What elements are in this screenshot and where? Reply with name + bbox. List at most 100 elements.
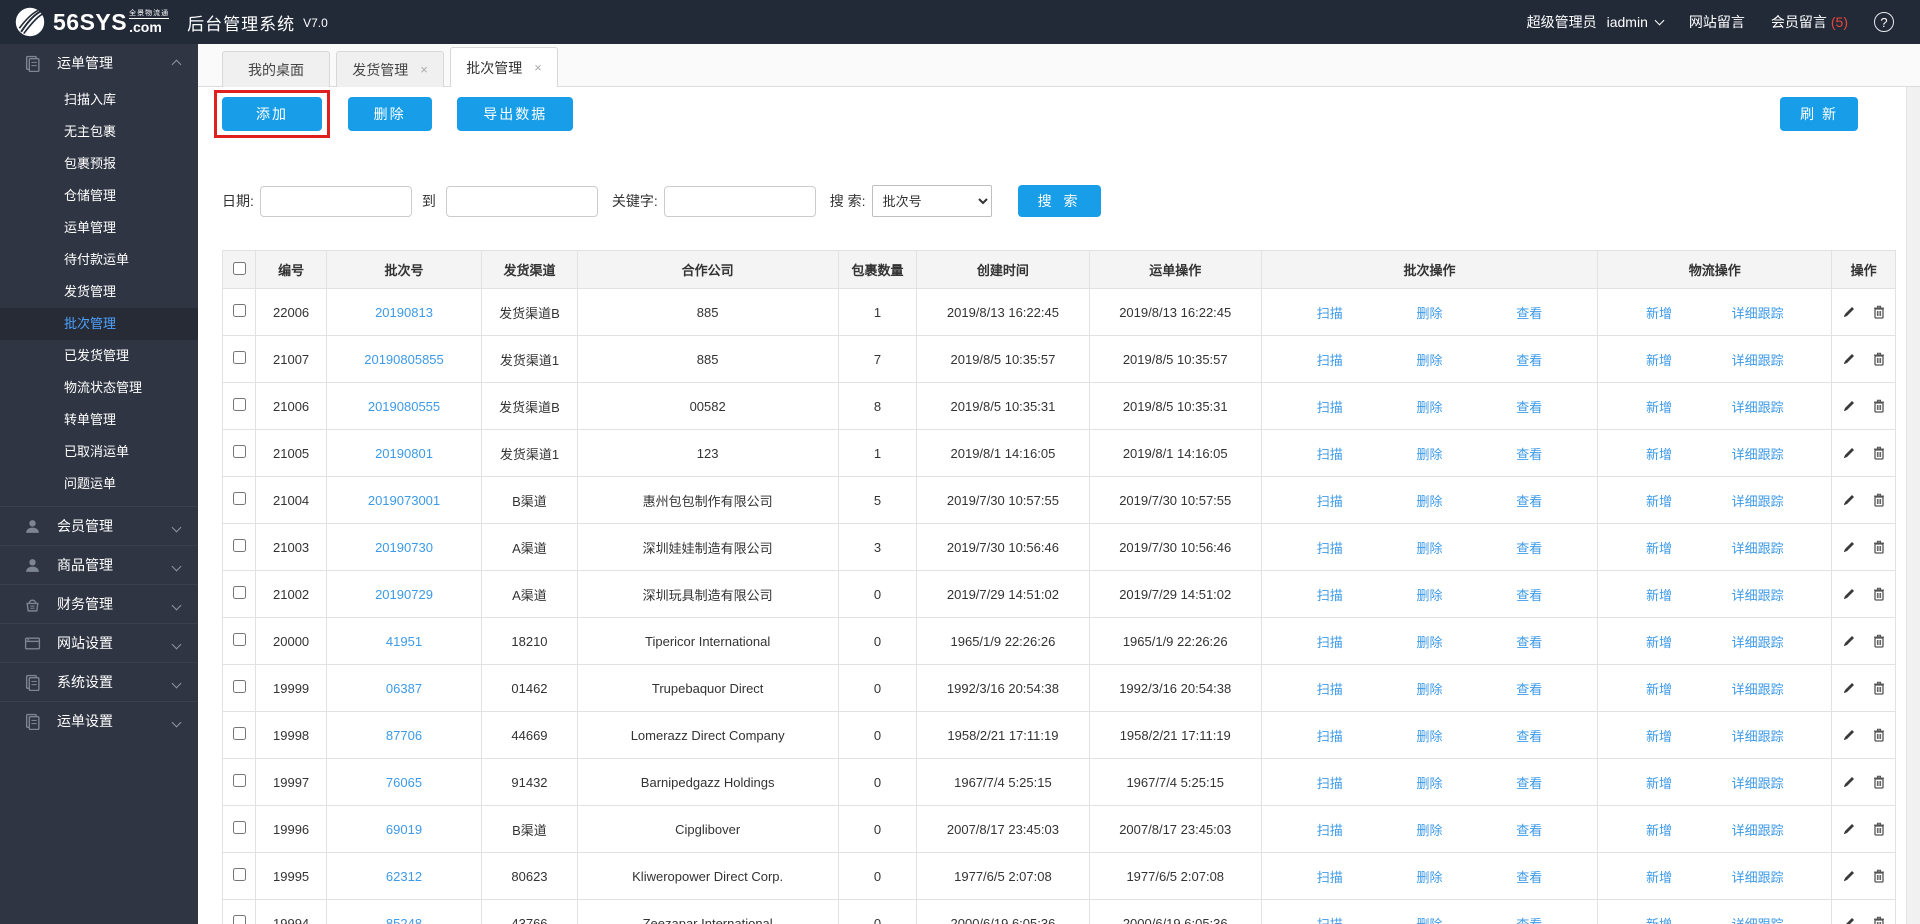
view-link[interactable]: 查看	[1516, 585, 1542, 604]
delete-link[interactable]: 删除	[1417, 585, 1443, 604]
add-logistics-link[interactable]: 新增	[1646, 632, 1672, 651]
delete-link[interactable]: 删除	[1417, 397, 1443, 416]
trash-icon[interactable]	[1871, 539, 1887, 555]
track-detail-link[interactable]: 详细跟踪	[1732, 914, 1784, 924]
batch-no-link[interactable]: 2019080555	[368, 399, 440, 414]
sidebar-item[interactable]: 无主包裹	[0, 116, 198, 148]
tab-close-icon[interactable]: ×	[420, 63, 428, 76]
add-logistics-link[interactable]: 新增	[1646, 820, 1672, 839]
sidebar-group-header[interactable]: 运单管理	[0, 44, 198, 82]
scan-link[interactable]: 扫描	[1317, 585, 1343, 604]
view-link[interactable]: 查看	[1516, 491, 1542, 510]
batch-no-link[interactable]: 20190805855	[364, 352, 444, 367]
track-detail-link[interactable]: 详细跟踪	[1732, 820, 1784, 839]
sidebar-item[interactable]: 仓储管理	[0, 180, 198, 212]
tab-item[interactable]: 我的桌面	[222, 51, 330, 87]
track-detail-link[interactable]: 详细跟踪	[1732, 867, 1784, 886]
sidebar-item-active[interactable]: 批次管理	[0, 308, 198, 340]
batch-no-link[interactable]: 85248	[386, 916, 422, 924]
add-logistics-link[interactable]: 新增	[1646, 444, 1672, 463]
edit-icon[interactable]	[1841, 680, 1857, 696]
delete-link[interactable]: 删除	[1417, 491, 1443, 510]
add-button[interactable]: 添加	[222, 97, 322, 131]
delete-link[interactable]: 删除	[1417, 914, 1443, 924]
view-link[interactable]: 查看	[1516, 444, 1542, 463]
sidebar-item[interactable]: 转单管理	[0, 404, 198, 436]
edit-icon[interactable]	[1841, 304, 1857, 320]
user-menu[interactable]: 超级管理员 iadmin	[1527, 12, 1663, 32]
trash-icon[interactable]	[1871, 304, 1887, 320]
scan-link[interactable]: 扫描	[1317, 867, 1343, 886]
row-checkbox[interactable]	[233, 586, 246, 599]
trash-icon[interactable]	[1871, 351, 1887, 367]
row-checkbox[interactable]	[233, 398, 246, 411]
trash-icon[interactable]	[1871, 821, 1887, 837]
tab-active[interactable]: 批次管理×	[450, 47, 558, 87]
add-logistics-link[interactable]: 新增	[1646, 773, 1672, 792]
view-link[interactable]: 查看	[1516, 820, 1542, 839]
delete-link[interactable]: 删除	[1417, 444, 1443, 463]
row-checkbox[interactable]	[233, 539, 246, 552]
edit-icon[interactable]	[1841, 539, 1857, 555]
view-link[interactable]: 查看	[1516, 773, 1542, 792]
edit-icon[interactable]	[1841, 445, 1857, 461]
batch-no-link[interactable]: 62312	[386, 869, 422, 884]
trash-icon[interactable]	[1871, 398, 1887, 414]
tab-item[interactable]: 发货管理×	[336, 51, 444, 87]
track-detail-link[interactable]: 详细跟踪	[1732, 350, 1784, 369]
row-checkbox[interactable]	[233, 351, 246, 364]
row-checkbox[interactable]	[233, 633, 246, 646]
trash-icon[interactable]	[1871, 868, 1887, 884]
member-messages-link[interactable]: 会员留言(5)	[1771, 12, 1848, 32]
select-all-checkbox[interactable]	[233, 262, 246, 275]
row-checkbox[interactable]	[233, 915, 246, 924]
scan-link[interactable]: 扫描	[1317, 914, 1343, 924]
view-link[interactable]: 查看	[1516, 303, 1542, 322]
edit-icon[interactable]	[1841, 727, 1857, 743]
scan-link[interactable]: 扫描	[1317, 444, 1343, 463]
track-detail-link[interactable]: 详细跟踪	[1732, 397, 1784, 416]
delete-link[interactable]: 删除	[1417, 867, 1443, 886]
view-link[interactable]: 查看	[1516, 538, 1542, 557]
add-logistics-link[interactable]: 新增	[1646, 726, 1672, 745]
help-icon[interactable]: ?	[1874, 12, 1894, 32]
delete-link[interactable]: 删除	[1417, 350, 1443, 369]
add-logistics-link[interactable]: 新增	[1646, 585, 1672, 604]
delete-link[interactable]: 删除	[1417, 726, 1443, 745]
view-link[interactable]: 查看	[1516, 726, 1542, 745]
batch-no-link[interactable]: 20190813	[375, 305, 433, 320]
track-detail-link[interactable]: 详细跟踪	[1732, 303, 1784, 322]
row-checkbox[interactable]	[233, 680, 246, 693]
row-checkbox[interactable]	[233, 774, 246, 787]
row-checkbox[interactable]	[233, 868, 246, 881]
edit-icon[interactable]	[1841, 586, 1857, 602]
keyword-input[interactable]	[664, 186, 816, 217]
search-type-select[interactable]: 批次号	[872, 185, 992, 217]
sidebar-item[interactable]: 待付款运单	[0, 244, 198, 276]
track-detail-link[interactable]: 详细跟踪	[1732, 444, 1784, 463]
add-logistics-link[interactable]: 新增	[1646, 350, 1672, 369]
sidebar-item[interactable]: 扫描入库	[0, 84, 198, 116]
sidebar-item[interactable]: 问题运单	[0, 468, 198, 500]
batch-no-link[interactable]: 76065	[386, 775, 422, 790]
batch-no-link[interactable]: 06387	[386, 681, 422, 696]
view-link[interactable]: 查看	[1516, 350, 1542, 369]
delete-link[interactable]: 删除	[1417, 303, 1443, 322]
scan-link[interactable]: 扫描	[1317, 820, 1343, 839]
trash-icon[interactable]	[1871, 727, 1887, 743]
edit-icon[interactable]	[1841, 398, 1857, 414]
row-checkbox[interactable]	[233, 821, 246, 834]
sidebar-item[interactable]: 物流状态管理	[0, 372, 198, 404]
date-from-input[interactable]	[260, 186, 412, 217]
scan-link[interactable]: 扫描	[1317, 538, 1343, 557]
view-link[interactable]: 查看	[1516, 679, 1542, 698]
edit-icon[interactable]	[1841, 774, 1857, 790]
delete-link[interactable]: 删除	[1417, 538, 1443, 557]
batch-no-link[interactable]: 69019	[386, 822, 422, 837]
refresh-button[interactable]: 刷 新	[1780, 97, 1858, 131]
sidebar-group-header[interactable]: 会员管理	[0, 507, 198, 545]
site-messages-link[interactable]: 网站留言	[1689, 12, 1745, 32]
add-logistics-link[interactable]: 新增	[1646, 914, 1672, 924]
track-detail-link[interactable]: 详细跟踪	[1732, 538, 1784, 557]
track-detail-link[interactable]: 详细跟踪	[1732, 773, 1784, 792]
